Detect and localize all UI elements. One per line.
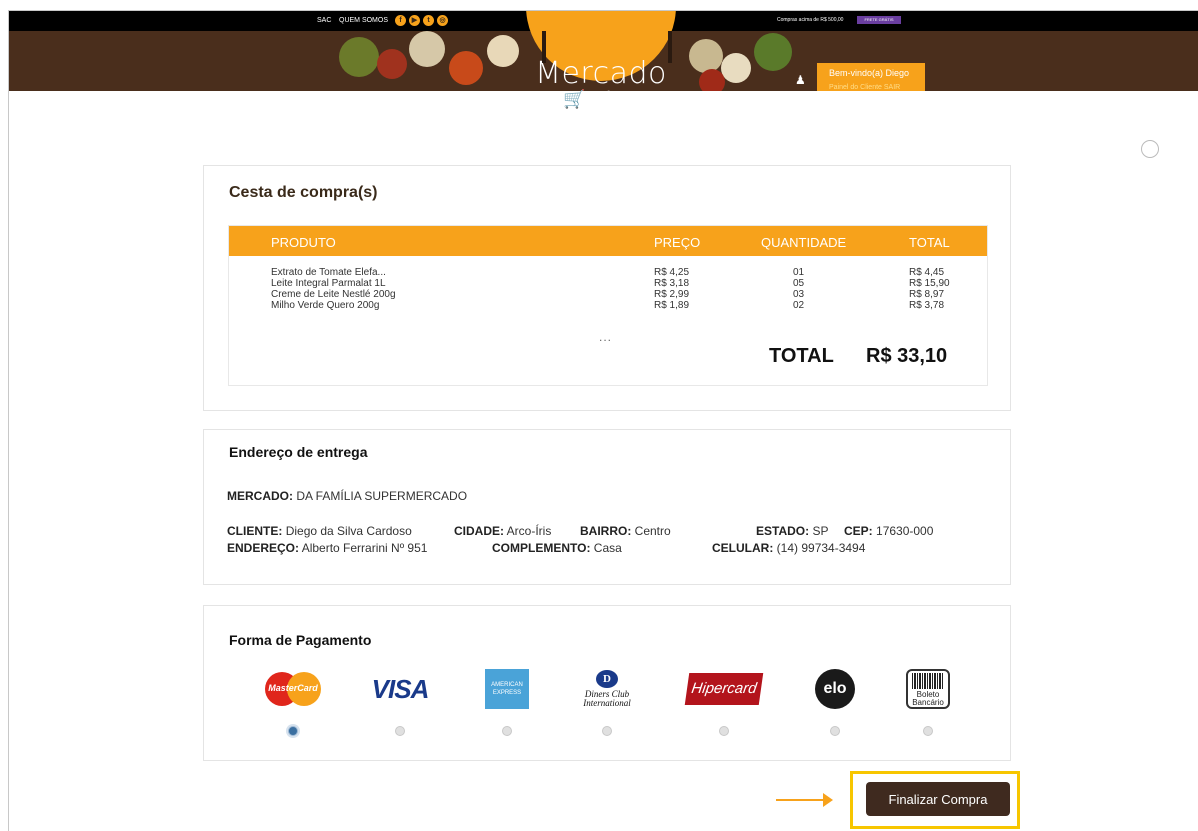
item-total: R$ 3,78 <box>909 300 945 311</box>
cart-total-label: TOTAL <box>769 345 834 367</box>
quem-somos-link[interactable]: QUEM SOMOS <box>339 17 388 24</box>
item-produto: Leite Integral Parmalat 1L <box>271 278 386 289</box>
vegetable-image <box>721 53 751 83</box>
diners-radio[interactable] <box>602 726 612 736</box>
payment-title: Forma de Pagamento <box>229 632 372 648</box>
cep-field: CEP: 17630-000 <box>844 524 934 538</box>
payment-card: Forma de Pagamento MasterCard VISA AMERI… <box>203 605 1011 761</box>
mercado-line: MERCADO: DA FAMÍLIA SUPERMERCADO <box>227 489 468 503</box>
hipercard-logo[interactable]: Hipercard <box>679 668 769 710</box>
payment-option-elo[interactable]: elo <box>790 668 880 738</box>
payment-option-mastercard[interactable]: MasterCard <box>248 668 338 738</box>
social-links: f ▶ t ◎ <box>395 15 448 26</box>
cliente-field: CLIENTE: Diego da Silva Cardoso <box>227 524 412 538</box>
cart-rows: Extrato de Tomate Elefa... R$ 4,25 01 R$… <box>229 267 987 311</box>
cart-title: Cesta de compra(s) <box>229 184 378 201</box>
item-quantidade: 01 <box>793 267 805 278</box>
vegetable-image <box>689 39 723 73</box>
item-quantidade: 05 <box>793 278 805 289</box>
user-links[interactable]: Painel do Cliente SAIR <box>829 84 900 91</box>
page-frame: SAC QUEM SOMOS f ▶ t ◎ Compras acima de … <box>8 10 1198 831</box>
endereco-field: ENDEREÇO: Alberto Ferrarini Nº 951 <box>227 541 428 555</box>
instagram-icon[interactable]: ◎ <box>437 15 448 26</box>
vegetable-image <box>409 31 445 67</box>
more-items-ellipsis[interactable]: ... <box>599 330 612 344</box>
vegetable-image <box>377 49 407 79</box>
item-preco: R$ 1,89 <box>654 300 690 311</box>
table-row: Creme de Leite Nestlé 200g R$ 2,99 03 R$… <box>229 289 987 300</box>
item-total: R$ 8,97 <box>909 289 945 300</box>
item-produto: Milho Verde Quero 200g <box>271 300 380 311</box>
vegetable-image <box>487 35 519 67</box>
payment-option-boleto[interactable]: Boleto Bancário <box>883 668 973 738</box>
estado-field: ESTADO: SP <box>756 524 829 538</box>
item-produto: Extrato de Tomate Elefa... <box>271 267 386 278</box>
cart-table-header: PRODUTO PREÇO QUANTIDADE TOTAL <box>229 226 987 256</box>
amex-radio[interactable] <box>502 726 512 736</box>
payment-option-amex[interactable]: AMERICAN EXPRESS <box>462 668 552 738</box>
visa-logo[interactable]: VISA <box>355 668 445 710</box>
frete-text: Compras acima de R$ 500,00 <box>777 17 844 23</box>
welcome-text: Bem-vindo(a) Diego <box>829 68 910 78</box>
mercado-movel-logo[interactable]: Mercado 🛒Móvel <box>526 11 676 110</box>
cart-card: Cesta de compra(s) PRODUTO PREÇO QUANTID… <box>203 165 1011 411</box>
table-row: Milho Verde Quero 200g R$ 1,89 02 R$ 3,7… <box>229 300 987 311</box>
circle-button[interactable] <box>1141 140 1159 158</box>
celular-field: CELULAR: (14) 99734-3494 <box>712 541 866 555</box>
table-row: Leite Integral Parmalat 1L R$ 3,18 05 R$… <box>229 278 987 289</box>
item-total: R$ 4,45 <box>909 267 945 278</box>
sign-hanger-left <box>542 31 546 63</box>
cidade-field: CIDADE: Arco-Íris <box>454 524 552 538</box>
header-preco: PREÇO <box>654 235 701 250</box>
complemento-field: COMPLEMENTO: Casa <box>492 541 622 555</box>
hipercard-radio[interactable] <box>719 726 729 736</box>
sign-hanger-right <box>668 31 672 63</box>
item-quantidade: 03 <box>793 289 805 300</box>
finalizar-compra-button[interactable]: Finalizar Compra <box>866 782 1010 816</box>
payment-option-hipercard[interactable]: Hipercard <box>679 668 769 738</box>
payment-option-visa[interactable]: VISA <box>355 668 445 738</box>
vegetable-image <box>754 33 792 71</box>
payment-option-diners[interactable]: D Diners Club International <box>562 668 652 738</box>
table-row: Extrato de Tomate Elefa... R$ 4,25 01 R$… <box>229 267 987 278</box>
mastercard-logo[interactable]: MasterCard <box>248 668 338 710</box>
cart-total-value: R$ 33,10 <box>866 345 948 367</box>
item-produto: Creme de Leite Nestlé 200g <box>271 289 396 300</box>
vegetable-image <box>699 69 725 91</box>
item-total: R$ 15,90 <box>909 278 950 289</box>
diners-logo[interactable]: D Diners Club International <box>562 668 652 710</box>
address-card: Endereço de entrega MERCADO: DA FAMÍLIA … <box>203 429 1011 585</box>
elo-radio[interactable] <box>830 726 840 736</box>
item-preco: R$ 2,99 <box>654 289 690 300</box>
mastercard-radio[interactable] <box>288 726 298 736</box>
item-preco: R$ 4,25 <box>654 267 690 278</box>
visa-radio[interactable] <box>395 726 405 736</box>
twitter-icon[interactable]: t <box>423 15 434 26</box>
user-icon[interactable]: ♟ <box>795 73 806 87</box>
vegetable-image <box>449 51 483 85</box>
facebook-icon[interactable]: f <box>395 15 406 26</box>
arrow-icon <box>776 799 826 801</box>
boleto-logo[interactable]: Boleto Bancário <box>883 668 973 710</box>
cart-table: PRODUTO PREÇO QUANTIDADE TOTAL Extrato d… <box>228 225 988 386</box>
boleto-radio[interactable] <box>923 726 933 736</box>
item-quantidade: 02 <box>793 300 805 311</box>
youtube-icon[interactable]: ▶ <box>409 15 420 26</box>
frete-badge: FRETE GRÁTIS <box>857 16 901 24</box>
address-title: Endereço de entrega <box>229 444 368 460</box>
user-welcome-box[interactable]: Bem-vindo(a) Diego Painel do Cliente SAI… <box>817 63 925 91</box>
item-preco: R$ 3,18 <box>654 278 690 289</box>
header-quantidade: QUANTIDADE <box>761 235 847 250</box>
sac-link[interactable]: SAC <box>317 17 331 24</box>
arrow-head-icon <box>823 793 833 807</box>
vegetable-image <box>339 37 379 77</box>
header-total: TOTAL <box>909 235 950 250</box>
elo-logo[interactable]: elo <box>790 668 880 710</box>
amex-logo[interactable]: AMERICAN EXPRESS <box>462 668 552 710</box>
header-produto: PRODUTO <box>271 235 336 250</box>
logo-title: Mercado <box>535 56 667 91</box>
logo-subtitle: 🛒Móvel <box>563 89 639 110</box>
bairro-field: BAIRRO: Centro <box>580 524 671 538</box>
